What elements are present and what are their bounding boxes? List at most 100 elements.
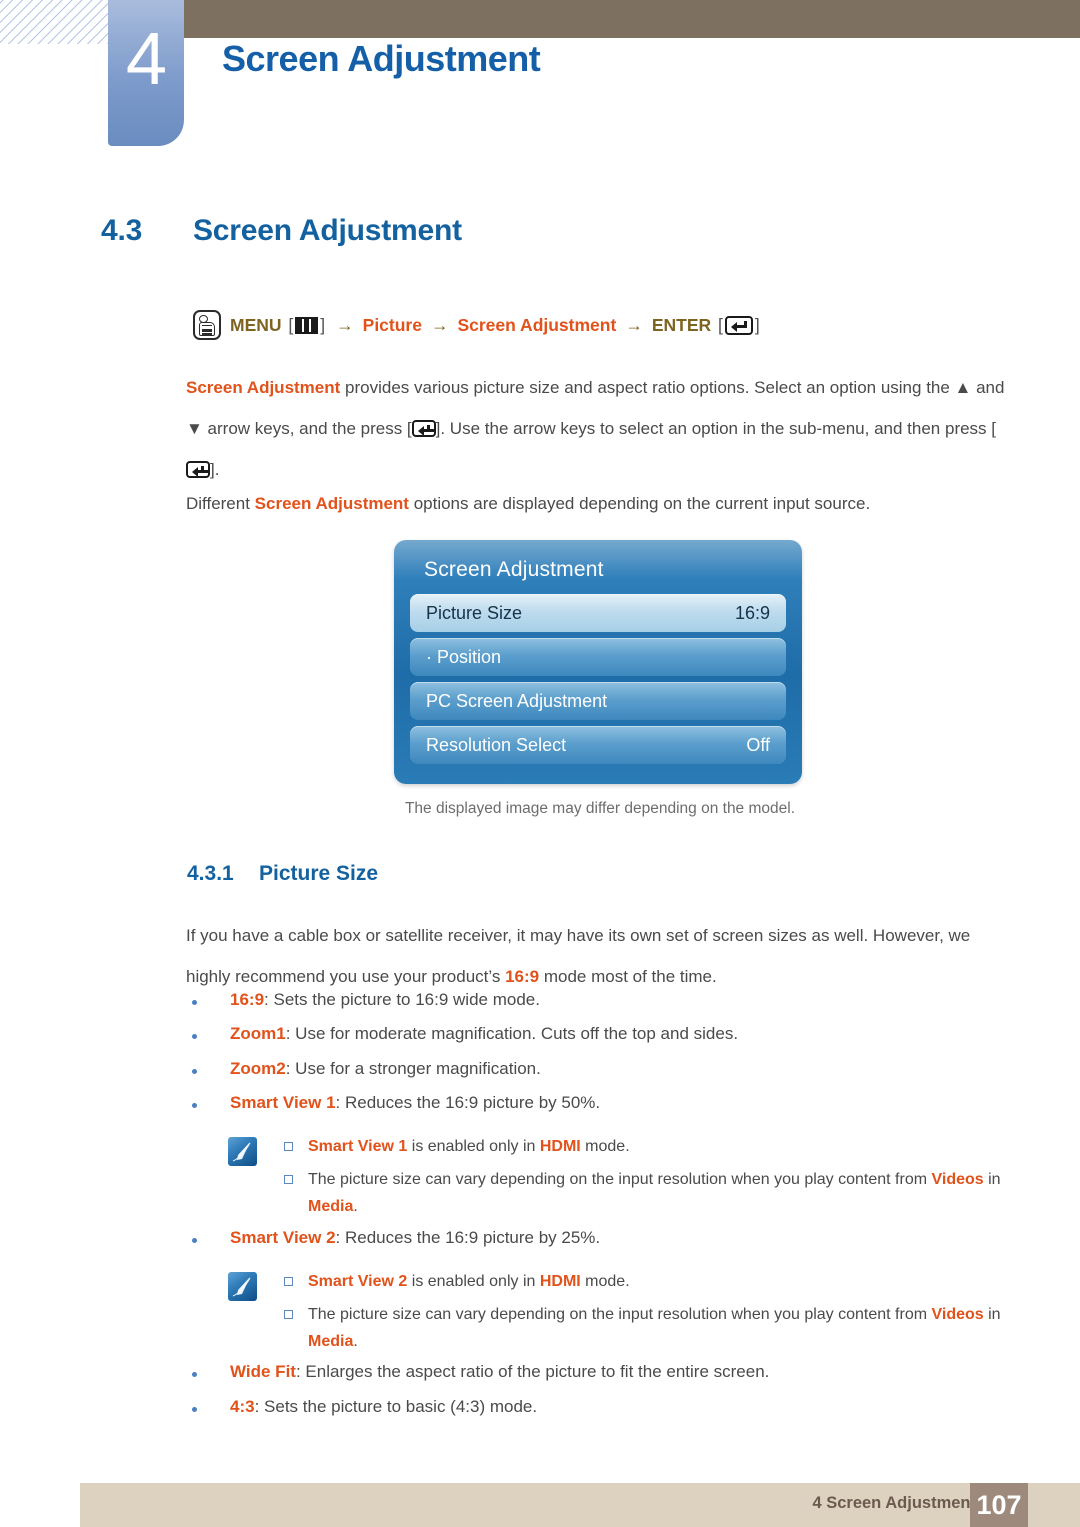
bracket-open-2: [ bbox=[713, 314, 723, 335]
intro-text-2: ]. Use the arrow keys to select an optio… bbox=[435, 419, 997, 438]
osd-row-pc-screen-adjustment[interactable]: PC Screen Adjustment bbox=[410, 682, 786, 720]
osd-title: Screen Adjustment bbox=[424, 558, 604, 581]
bullet-text: : Use for a stronger magnification. bbox=[285, 1059, 541, 1078]
intro-paragraph-2: Different Screen Adjustment options are … bbox=[186, 483, 1014, 524]
note-text-2e: . bbox=[353, 1198, 358, 1215]
breadcrumb-step-picture: Picture bbox=[362, 314, 422, 335]
note-term-hdmi: HDMI bbox=[539, 1273, 581, 1290]
subsection-intro-term: 16:9 bbox=[505, 967, 540, 986]
osd-row-value: Off bbox=[746, 734, 770, 755]
subsection-number: 4.3.1 bbox=[187, 862, 234, 885]
bullet-term: Smart View 1 bbox=[230, 1093, 336, 1112]
intro2-term: Screen Adjustment bbox=[254, 494, 409, 513]
osd-row-label: PC Screen Adjustment bbox=[426, 690, 608, 711]
bullet-term: Wide Fit bbox=[230, 1362, 296, 1381]
chapter-title: Screen Adjustment bbox=[222, 38, 541, 79]
note-list: Smart View 2 is enabled only in HDMI mod… bbox=[186, 1268, 1014, 1355]
list-item: Wide Fit: Enlarges the aspect ratio of t… bbox=[186, 1362, 1014, 1382]
breadcrumb-menu-label: MENU bbox=[230, 314, 282, 335]
bullet-term: Smart View 2 bbox=[230, 1228, 336, 1247]
list-item: Zoom2: Use for a stronger magnification. bbox=[186, 1059, 1014, 1079]
note-term-videos: Videos bbox=[931, 1306, 984, 1323]
page-number-badge: 107 bbox=[970, 1483, 1028, 1527]
note-list-item: The picture size can vary depending on t… bbox=[186, 1166, 1014, 1220]
note-box: Smart View 2 is enabled only in HDMI mod… bbox=[186, 1268, 1014, 1361]
note-text-1d: mode. bbox=[580, 1138, 630, 1155]
bullet-text: : Enlarges the aspect ratio of the pictu… bbox=[295, 1362, 770, 1381]
list-item: 4:3: Sets the picture to basic (4:3) mod… bbox=[186, 1397, 1014, 1417]
subsection-title: Picture Size bbox=[259, 862, 379, 885]
intro2-text-c: options are displayed depending on the c… bbox=[408, 494, 871, 513]
osd-row-value: 16:9 bbox=[734, 602, 770, 623]
enter-key-icon-inline-1 bbox=[411, 420, 436, 437]
note-text-1b: is enabled only in bbox=[407, 1138, 540, 1155]
footer-chapter-label: 4 Screen Adjustment bbox=[812, 1494, 976, 1512]
note-term-1: Smart View 1 bbox=[308, 1138, 408, 1155]
note-term-videos: Videos bbox=[931, 1171, 984, 1188]
subsection-intro-paragraph: If you have a cable box or satellite rec… bbox=[186, 915, 1014, 997]
bracket-close-1: ] bbox=[320, 314, 326, 335]
osd-row-label: Picture Size bbox=[426, 602, 523, 623]
enter-key-icon-inline-2 bbox=[186, 461, 210, 478]
bullet-text: : Sets the picture to 16:9 wide mode. bbox=[264, 990, 540, 1009]
bracket-open-1: [ bbox=[283, 314, 294, 335]
section-title: Screen Adjustment bbox=[193, 214, 462, 247]
note-text-2a: The picture size can vary depending on t… bbox=[308, 1171, 932, 1188]
osd-row-picture-size[interactable]: Picture Size 16:9 bbox=[410, 594, 786, 632]
note-box: Smart View 1 is enabled only in HDMI mod… bbox=[186, 1133, 1014, 1226]
note-text-2c: in bbox=[983, 1171, 1001, 1188]
menu-path-breadcrumb: MENU [ ] → Picture → Screen Adjustment →… bbox=[193, 310, 762, 340]
section-number: 4.3 bbox=[101, 214, 143, 247]
bullet-text: : Reduces the 16:9 picture by 25%. bbox=[335, 1228, 601, 1247]
subsection-heading: 4.3.1 Picture Size bbox=[187, 862, 378, 886]
hand-touch-icon bbox=[193, 310, 221, 340]
bullet-text: : Sets the picture to basic (4:3) mode. bbox=[254, 1397, 538, 1416]
bullet-text: : Use for moderate magnification. Cuts o… bbox=[285, 1024, 739, 1043]
enter-key-icon bbox=[724, 315, 753, 335]
note-term-hdmi: HDMI bbox=[539, 1138, 581, 1155]
list-item: 16:9: Sets the picture to 16:9 wide mode… bbox=[186, 990, 1014, 1010]
osd-screen-adjustment-panel: Screen Adjustment Picture Size 16:9 · Po… bbox=[394, 540, 802, 784]
list-item: Smart View 1: Reduces the 16:9 picture b… bbox=[186, 1093, 1014, 1113]
note-text-2e: . bbox=[353, 1333, 358, 1350]
breadcrumb-arrow-1: → bbox=[336, 314, 354, 335]
breadcrumb-enter-label: ENTER bbox=[651, 314, 712, 335]
breadcrumb-step-screen-adjustment: Screen Adjustment bbox=[457, 314, 617, 335]
bullet-term: Zoom1 bbox=[230, 1024, 286, 1043]
chapter-number: 4 bbox=[125, 17, 167, 100]
intro-paragraph-1: Screen Adjustment provides various pictu… bbox=[186, 367, 1014, 490]
bracket-close-2: ] bbox=[754, 314, 760, 335]
bullet-term: 4:3 bbox=[230, 1397, 255, 1416]
note-list-item: Smart View 2 is enabled only in HDMI mod… bbox=[186, 1268, 1014, 1295]
header-brown-bar bbox=[108, 0, 1080, 38]
osd-row-resolution-select[interactable]: Resolution Select Off bbox=[410, 726, 786, 764]
section-heading: 4.3 Screen Adjustment bbox=[101, 214, 462, 248]
breadcrumb-arrow-2: → bbox=[430, 314, 449, 335]
intro-term-screen-adjustment: Screen Adjustment bbox=[186, 378, 341, 397]
note-term-media: Media bbox=[308, 1198, 354, 1215]
note-list-item: Smart View 1 is enabled only in HDMI mod… bbox=[186, 1133, 1014, 1160]
subsection-intro-c: mode most of the time. bbox=[539, 967, 717, 986]
note-list: Smart View 1 is enabled only in HDMI mod… bbox=[186, 1133, 1014, 1220]
note-text-2a: The picture size can vary depending on t… bbox=[308, 1306, 932, 1323]
breadcrumb-arrow-3: → bbox=[625, 314, 643, 335]
note-text-1d: mode. bbox=[580, 1273, 630, 1290]
bullet-text: : Reduces the 16:9 picture by 50%. bbox=[335, 1093, 601, 1112]
note-text-1b: is enabled only in bbox=[407, 1273, 540, 1290]
osd-row-label: · Position bbox=[426, 646, 502, 667]
intro2-text-a: Different bbox=[186, 494, 255, 513]
intro-text-3: ]. bbox=[210, 460, 220, 479]
bullet-term: 16:9 bbox=[230, 990, 265, 1009]
note-text-2c: in bbox=[983, 1306, 1001, 1323]
decorative-hatch-pattern bbox=[0, 0, 108, 44]
list-item: Zoom1: Use for moderate magnification. C… bbox=[186, 1024, 1014, 1044]
menu-grid-icon bbox=[295, 316, 319, 334]
osd-row-position[interactable]: · Position bbox=[410, 638, 786, 676]
note-term-1: Smart View 2 bbox=[308, 1273, 408, 1290]
note-term-media: Media bbox=[308, 1333, 354, 1350]
note-list-item: The picture size can vary depending on t… bbox=[186, 1301, 1014, 1355]
osd-caption: The displayed image may differ depending… bbox=[404, 800, 796, 817]
list-item: Smart View 2: Reduces the 16:9 picture b… bbox=[186, 1228, 1014, 1248]
osd-row-label: Resolution Select bbox=[426, 734, 567, 755]
bullet-term: Zoom2 bbox=[230, 1059, 286, 1078]
